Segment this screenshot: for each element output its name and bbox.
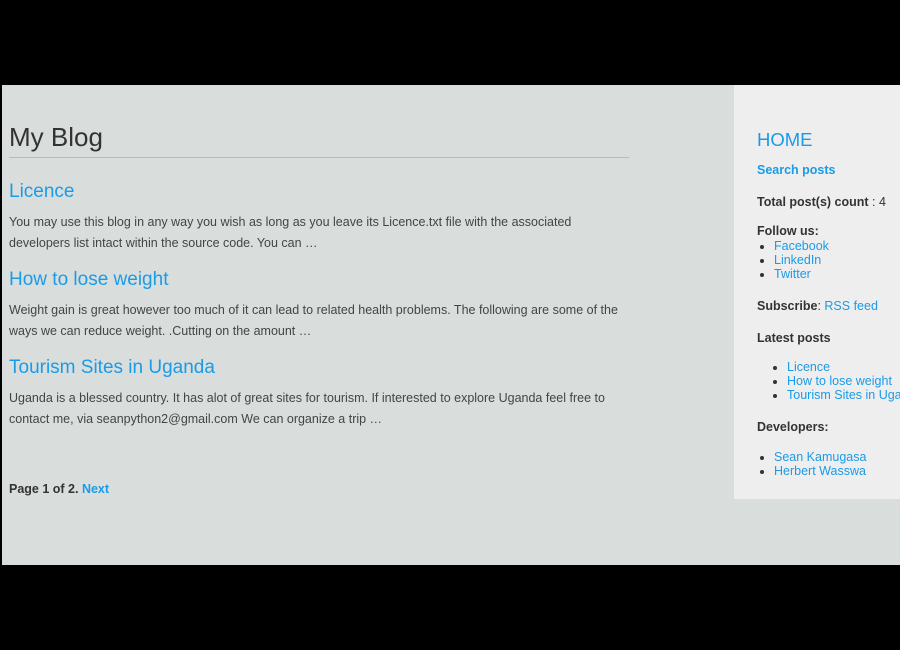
post-item: Tourism Sites in Uganda Uganda is a bles… <box>9 355 631 430</box>
post-count-separator: : <box>868 195 879 209</box>
developer-link[interactable]: Herbert Wasswa <box>774 464 866 478</box>
developers-label: Developers: <box>757 420 829 434</box>
subscribe-label: Subscribe <box>757 299 818 313</box>
post-item: How to lose weight Weight gain is great … <box>9 267 631 342</box>
pagination: Page 1 of 2. Next <box>9 482 109 496</box>
next-page-link[interactable]: Next <box>82 482 109 496</box>
post-excerpt: You may use this blog in any way you wis… <box>9 215 572 250</box>
latest-posts-list: Licence How to lose weight Tourism Sites… <box>787 360 900 402</box>
list-item: Tourism Sites in Uganda <box>787 388 900 402</box>
browser-viewport: My Blog Licence You may use this blog in… <box>2 85 900 565</box>
latest-post-link[interactable]: Licence <box>787 360 830 374</box>
post-title-link[interactable]: Licence <box>9 179 631 205</box>
post-excerpt: Weight gain is great however too much of… <box>9 303 618 338</box>
follow-list: Facebook LinkedIn Twitter <box>774 239 900 281</box>
twitter-link[interactable]: Twitter <box>774 267 811 281</box>
title-divider <box>9 157 629 158</box>
list-item: Twitter <box>774 267 900 281</box>
latest-post-link[interactable]: Tourism Sites in Uganda <box>787 388 900 402</box>
list-item: Herbert Wasswa <box>774 464 900 478</box>
search-posts-link[interactable]: Search posts <box>757 163 900 177</box>
post-item: Licence You may use this blog in any way… <box>9 179 631 254</box>
follow-label: Follow us: <box>757 224 819 238</box>
latest-post-link[interactable]: How to lose weight <box>787 374 892 388</box>
developers-section: Developers: Sean Kamugasa Herbert Wasswa <box>757 420 900 478</box>
list-item: How to lose weight <box>787 374 900 388</box>
list-item: Facebook <box>774 239 900 253</box>
subscribe-section: Subscribe: RSS feed <box>757 299 900 313</box>
page-title: My Blog <box>9 122 103 152</box>
developers-list: Sean Kamugasa Herbert Wasswa <box>774 450 900 478</box>
facebook-link[interactable]: Facebook <box>774 239 829 253</box>
sidebar: HOME Search posts Total post(s) count : … <box>734 85 900 499</box>
post-count-label: Total post(s) count <box>757 195 869 209</box>
list-item: Licence <box>787 360 900 374</box>
latest-posts-label: Latest posts <box>757 331 831 345</box>
page-indicator: Page 1 of 2. <box>9 482 82 496</box>
latest-posts-section: Latest posts Licence How to lose weight … <box>757 331 900 402</box>
post-list: Licence You may use this blog in any way… <box>9 179 631 443</box>
post-excerpt: Uganda is a blessed country. It has alot… <box>9 391 605 426</box>
post-title-link[interactable]: Tourism Sites in Uganda <box>9 355 631 381</box>
post-title-link[interactable]: How to lose weight <box>9 267 631 293</box>
rss-feed-link[interactable]: RSS feed <box>824 299 878 313</box>
post-count-value: 4 <box>878 195 886 209</box>
post-count: Total post(s) count : 4 <box>757 195 900 209</box>
linkedin-link[interactable]: LinkedIn <box>774 253 821 267</box>
home-link[interactable]: HOME <box>757 130 900 150</box>
list-item: Sean Kamugasa <box>774 450 900 464</box>
developer-link[interactable]: Sean Kamugasa <box>774 450 866 464</box>
follow-section: Follow us: Facebook LinkedIn Twitter <box>757 224 900 281</box>
list-item: LinkedIn <box>774 253 900 267</box>
